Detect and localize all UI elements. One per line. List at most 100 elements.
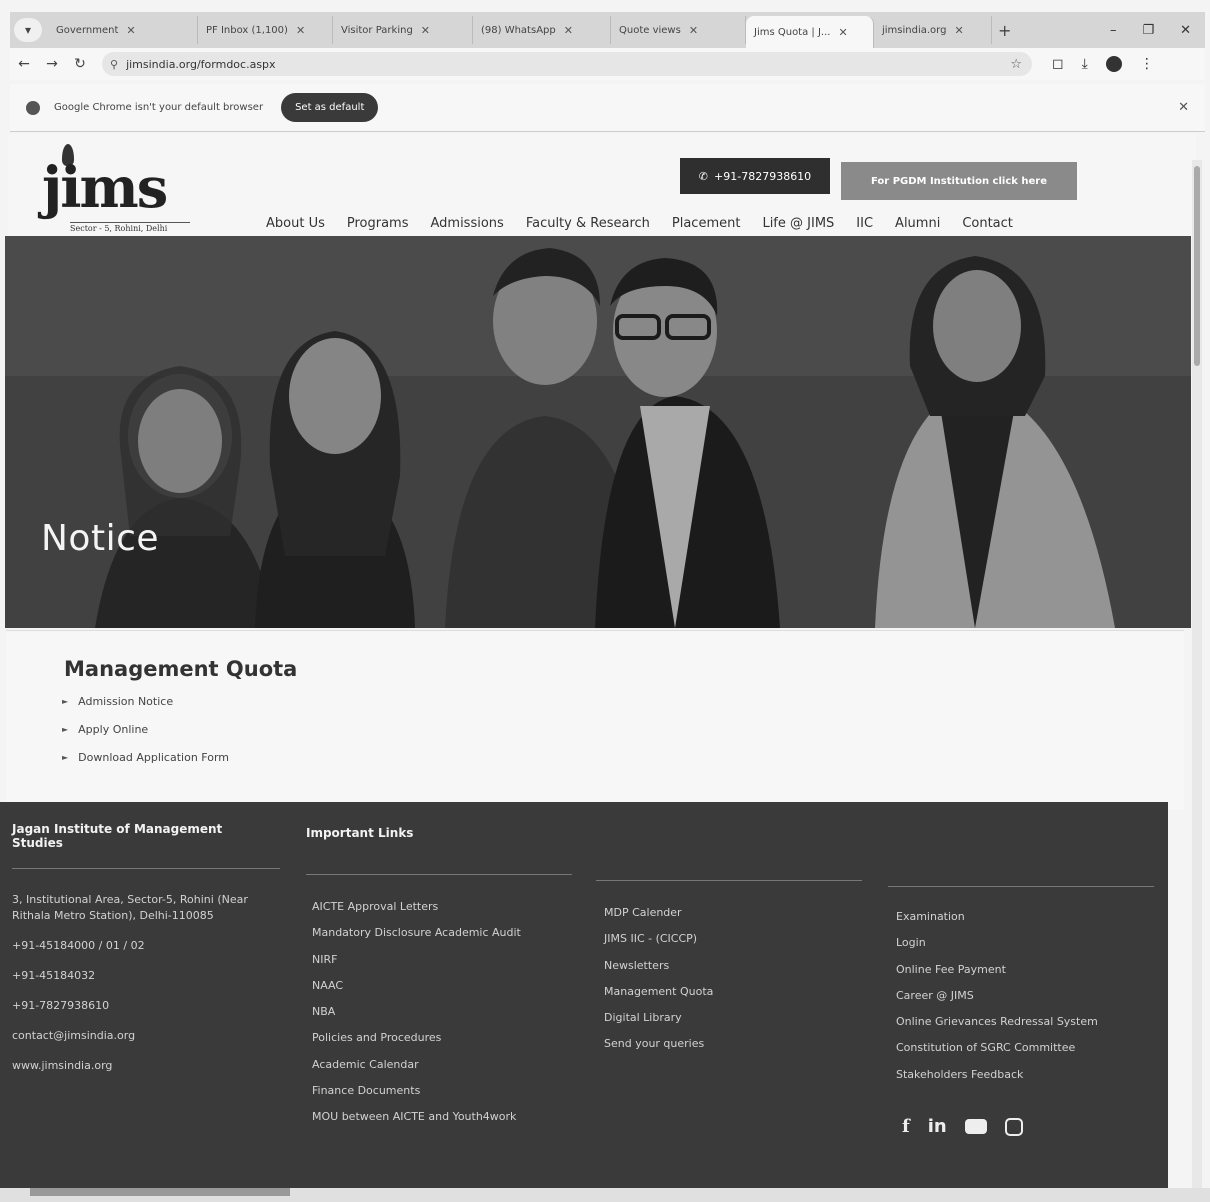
close-icon[interactable]: ✕ bbox=[954, 24, 963, 37]
maximize-icon[interactable]: ❐ bbox=[1142, 23, 1154, 38]
divider bbox=[12, 868, 280, 869]
list-item[interactable]: ► Apply Online bbox=[62, 723, 229, 736]
footer-phone[interactable]: +91-45184032 bbox=[12, 968, 262, 984]
browser-tab[interactable]: Quote views ✕ bbox=[611, 16, 746, 44]
close-window-icon[interactable]: ✕ bbox=[1180, 23, 1191, 38]
footer-link[interactable]: NAAC bbox=[312, 979, 562, 993]
youtube-icon[interactable] bbox=[964, 1119, 987, 1134]
nav-iic[interactable]: IIC bbox=[856, 216, 873, 231]
chrome-icon bbox=[26, 100, 40, 115]
profile-avatar[interactable] bbox=[1105, 56, 1122, 72]
chevron-right-icon: ► bbox=[62, 697, 69, 706]
footer-link[interactable]: Online Fee Payment bbox=[896, 963, 1160, 977]
window-controls: – ❐ ✕ bbox=[1110, 23, 1205, 38]
close-icon[interactable]: ✕ bbox=[838, 26, 847, 39]
apply-online-link[interactable]: Apply Online bbox=[78, 723, 148, 736]
list-item[interactable]: ► Admission Notice bbox=[62, 695, 229, 708]
site-header: jims Sector - 5, Rohini, Delhi ✆ +91-782… bbox=[8, 134, 1196, 238]
nav-admissions[interactable]: Admissions bbox=[430, 216, 503, 231]
chevron-right-icon: ► bbox=[62, 753, 69, 762]
close-icon[interactable]: ✕ bbox=[421, 24, 430, 37]
close-icon[interactable]: ✕ bbox=[1178, 100, 1189, 115]
download-form-link[interactable]: Download Application Form bbox=[78, 751, 229, 764]
phone-button[interactable]: ✆ +91-7827938610 bbox=[680, 158, 830, 194]
horizontal-scrollbar[interactable] bbox=[0, 1188, 1210, 1202]
footer-contact: 3, Institutional Area, Sector-5, Rohini … bbox=[12, 892, 262, 1088]
admission-notice-link[interactable]: Admission Notice bbox=[78, 695, 173, 708]
browser-tab[interactable]: Government ✕ bbox=[48, 16, 198, 44]
footer-link[interactable]: Constitution of SGRC Committee bbox=[896, 1041, 1160, 1055]
browser-tab-active[interactable]: Jims Quota | J... ✕ bbox=[746, 16, 874, 48]
close-icon[interactable]: ✕ bbox=[126, 24, 135, 37]
set-default-button[interactable]: Set as default bbox=[281, 93, 379, 122]
footer-link[interactable]: Policies and Procedures bbox=[312, 1031, 562, 1045]
footer-links-title: Important Links bbox=[306, 826, 414, 840]
site-info-icon[interactable]: ⚲ bbox=[110, 58, 118, 71]
footer-email-link[interactable]: contact@jimsindia.org bbox=[12, 1028, 262, 1044]
hero-banner: Notice bbox=[5, 236, 1191, 628]
bookmark-star-icon[interactable]: ☆ bbox=[1010, 57, 1022, 72]
scrollbar-thumb[interactable] bbox=[30, 1188, 290, 1196]
extensions-icon[interactable]: ◻ bbox=[1052, 56, 1064, 72]
footer-link[interactable]: Stakeholders Feedback bbox=[896, 1068, 1160, 1082]
new-tab-icon[interactable]: + bbox=[998, 21, 1011, 40]
linkedin-icon[interactable]: in bbox=[928, 1116, 947, 1137]
reload-icon[interactable]: ↻ bbox=[66, 56, 94, 72]
tab-label: (98) WhatsApp bbox=[481, 24, 556, 36]
nav-life-at-jims[interactable]: Life @ JIMS bbox=[762, 216, 834, 231]
forward-icon[interactable]: → bbox=[38, 56, 66, 72]
nav-alumni[interactable]: Alumni bbox=[895, 216, 940, 231]
facebook-icon[interactable]: f bbox=[902, 1116, 910, 1137]
footer-link[interactable]: Finance Documents bbox=[312, 1084, 562, 1098]
list-item[interactable]: ► Download Application Form bbox=[62, 751, 229, 764]
nav-programs[interactable]: Programs bbox=[347, 216, 409, 231]
phone-number: +91-7827938610 bbox=[714, 169, 812, 183]
footer-address: 3, Institutional Area, Sector-5, Rohini … bbox=[12, 893, 248, 922]
minimize-icon[interactable]: – bbox=[1110, 23, 1117, 38]
browser-tab[interactable]: Visitor Parking ✕ bbox=[333, 16, 473, 44]
pgdm-institution-button[interactable]: For PGDM Institution click here bbox=[841, 162, 1077, 200]
footer-link[interactable]: Career @ JIMS bbox=[896, 989, 1160, 1003]
nav-faculty-research[interactable]: Faculty & Research bbox=[526, 216, 650, 231]
footer-website-link[interactable]: www.jimsindia.org bbox=[12, 1058, 262, 1074]
nav-about-us[interactable]: About Us bbox=[266, 216, 325, 231]
footer-phone[interactable]: +91-7827938610 bbox=[12, 998, 262, 1014]
jims-logo[interactable]: jims Sector - 5, Rohini, Delhi bbox=[42, 144, 202, 233]
nav-contact[interactable]: Contact bbox=[962, 216, 1013, 231]
footer-link[interactable]: Login bbox=[896, 936, 1160, 950]
footer-link[interactable]: NIRF bbox=[312, 953, 562, 967]
nav-placement[interactable]: Placement bbox=[672, 216, 741, 231]
download-icon[interactable]: ⤓ bbox=[1082, 56, 1088, 72]
footer-link[interactable]: Online Grievances Redressal System bbox=[896, 1015, 1160, 1029]
tab-search-icon[interactable]: ▾ bbox=[14, 18, 42, 42]
back-icon[interactable]: ← bbox=[10, 56, 38, 72]
footer-link[interactable]: Newsletters bbox=[604, 959, 864, 973]
footer-link[interactable]: Send your queries bbox=[604, 1037, 864, 1051]
browser-tab[interactable]: (98) WhatsApp ✕ bbox=[473, 16, 611, 44]
close-icon[interactable]: ✕ bbox=[689, 24, 698, 37]
browser-tab[interactable]: jimsindia.org ✕ bbox=[874, 16, 992, 44]
menu-dots-icon[interactable]: ⋮ bbox=[1140, 56, 1154, 72]
footer-link[interactable]: Management Quota bbox=[604, 985, 864, 999]
footer-link[interactable]: Academic Calendar bbox=[312, 1058, 562, 1072]
footer-link[interactable]: AICTE Approval Letters bbox=[312, 900, 562, 914]
footer-links-col3: Examination Login Online Fee Payment Car… bbox=[896, 910, 1160, 1094]
url-input[interactable]: ⚲ jimsindia.org/formdoc.aspx ☆ bbox=[102, 52, 1032, 76]
footer-link[interactable]: Digital Library bbox=[604, 1011, 864, 1025]
close-icon[interactable]: ✕ bbox=[296, 24, 305, 37]
footer-phone[interactable]: +91-45184000 / 01 / 02 bbox=[12, 938, 262, 954]
instagram-icon[interactable] bbox=[1004, 1117, 1023, 1136]
footer-link[interactable]: MOU between AICTE and Youth4work bbox=[312, 1110, 562, 1124]
social-links: f in bbox=[902, 1116, 1023, 1137]
scrollbar-thumb[interactable] bbox=[1194, 166, 1200, 366]
footer-link[interactable]: NBA bbox=[312, 1005, 562, 1019]
footer-link[interactable]: Mandatory Disclosure Academic Audit bbox=[312, 926, 562, 940]
tab-label: Government bbox=[56, 24, 119, 36]
browser-tab[interactable]: PF Inbox (1,100) ✕ bbox=[198, 16, 333, 44]
notice-content: Management Quota ► Admission Notice ► Appl… bbox=[6, 630, 1184, 810]
footer-link[interactable]: Examination bbox=[896, 910, 1160, 924]
footer-link[interactable]: MDP Calender bbox=[604, 906, 864, 920]
hero-students-image bbox=[5, 236, 1191, 628]
close-icon[interactable]: ✕ bbox=[564, 24, 573, 37]
footer-link[interactable]: JIMS IIC - (CICCP) bbox=[604, 932, 864, 946]
